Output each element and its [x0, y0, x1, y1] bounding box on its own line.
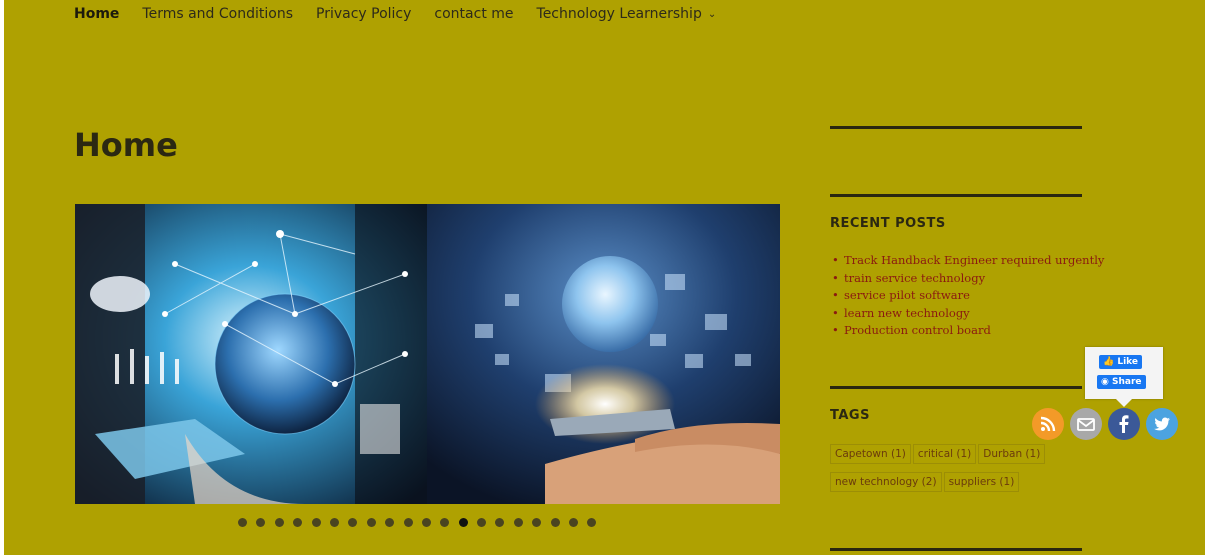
- nav-item-terms[interactable]: Terms and Conditions: [142, 6, 293, 22]
- recent-post-link[interactable]: learn new technology: [832, 305, 1104, 323]
- recent-post-link[interactable]: service pilot software: [832, 287, 1104, 305]
- slider-dot[interactable]: [458, 518, 468, 527]
- image-slider[interactable]: [75, 204, 780, 504]
- widget-divider: [830, 126, 1082, 129]
- recent-posts-title: RECENT POSTS: [830, 216, 946, 231]
- tag-link[interactable]: Durban (1): [978, 444, 1046, 464]
- recent-post-link[interactable]: Track Handback Engineer required urgentl…: [832, 252, 1104, 270]
- widget-divider: [830, 386, 1082, 389]
- widget-divider: [830, 548, 1082, 551]
- slider-dot[interactable]: [532, 518, 542, 527]
- facebook-like-button[interactable]: 👍 Like: [1099, 355, 1143, 369]
- nav-item-privacy[interactable]: Privacy Policy: [316, 6, 411, 22]
- slider-dot[interactable]: [348, 518, 358, 527]
- facebook-like-popup: 👍 Like ◉ Share: [1085, 347, 1163, 407]
- tag-link[interactable]: new technology (2): [830, 472, 942, 492]
- slider-dot[interactable]: [311, 518, 321, 527]
- nav-item-contact[interactable]: contact me: [434, 6, 513, 22]
- slider-dot[interactable]: [403, 518, 413, 527]
- like-label: Like: [1117, 357, 1139, 367]
- nav-item-home[interactable]: Home: [74, 6, 119, 22]
- nav-item-technology-learnership[interactable]: Technology Learnership ⌄: [537, 6, 717, 22]
- slider-image: [75, 204, 780, 504]
- widget-divider: [830, 194, 1082, 197]
- slider-pagination: [238, 518, 606, 527]
- chevron-down-icon: ⌄: [707, 9, 717, 20]
- slider-dot[interactable]: [550, 518, 560, 527]
- recent-post-link[interactable]: train service technology: [832, 270, 1104, 288]
- rss-icon[interactable]: [1032, 408, 1064, 440]
- tags-title: TAGS: [830, 408, 870, 423]
- slider-dot[interactable]: [569, 518, 579, 527]
- slider-dot[interactable]: [238, 518, 247, 527]
- slider-dot[interactable]: [495, 518, 505, 527]
- tag-link[interactable]: Capetown (1): [830, 444, 911, 464]
- tag-cloud: Capetown (1) critical (1) Durban (1) new t…: [830, 444, 1090, 500]
- slider-dot[interactable]: [440, 518, 450, 527]
- slider-dot[interactable]: [587, 518, 597, 527]
- recent-post-link[interactable]: Production control board: [832, 322, 1104, 340]
- facebook-icon[interactable]: [1108, 408, 1140, 440]
- share-label: Share: [1112, 377, 1142, 387]
- tag-link[interactable]: critical (1): [912, 444, 977, 464]
- slider-dot[interactable]: [513, 518, 523, 527]
- slider-dot[interactable]: [274, 518, 284, 527]
- slider-dot[interactable]: [366, 518, 376, 527]
- slider-dot[interactable]: [421, 518, 431, 527]
- facebook-share-button[interactable]: ◉ Share: [1097, 375, 1146, 389]
- twitter-icon[interactable]: [1146, 408, 1178, 440]
- recent-posts-list: Track Handback Engineer required urgentl…: [830, 252, 1104, 340]
- slider-dot[interactable]: [293, 518, 303, 527]
- page-title: Home: [74, 126, 178, 164]
- email-icon[interactable]: [1070, 408, 1102, 440]
- slider-dot[interactable]: [385, 518, 395, 527]
- slider-dot[interactable]: [477, 518, 487, 527]
- nav-item-label: Technology Learnership: [536, 6, 702, 22]
- slider-dot[interactable]: [256, 518, 266, 527]
- page: Home Terms and Conditions Privacy Policy…: [4, 0, 1205, 555]
- slider-dot[interactable]: [329, 518, 339, 527]
- tag-link[interactable]: suppliers (1): [943, 472, 1020, 492]
- main-navigation: Home Terms and Conditions Privacy Policy…: [74, 6, 739, 22]
